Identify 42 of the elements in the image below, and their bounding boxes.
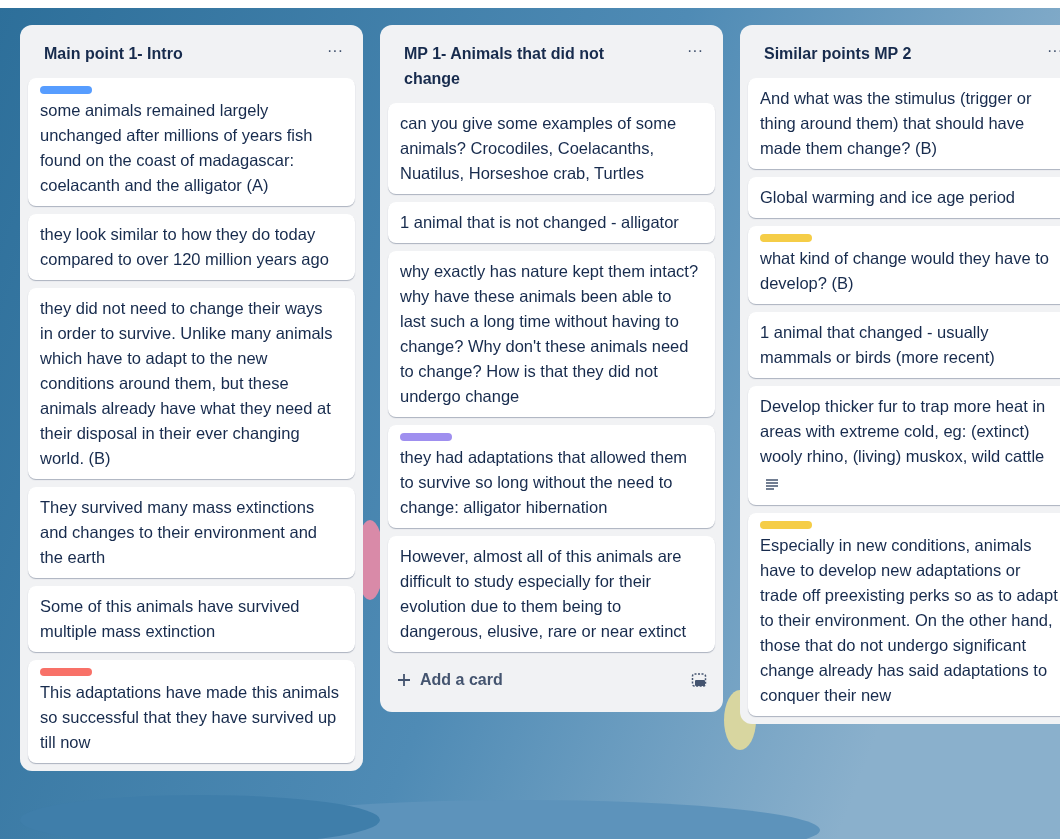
card[interactable] (748, 513, 1060, 716)
list-title: MP 1- Animals that did not change (404, 44, 605, 89)
card[interactable]: Some of this animals have survived multiple mass extinction (28, 586, 355, 652)
card-title: they did not need to change their ways in order to survive. Unlike many animals which have to adapt to the new conditions around them, but these animals already have what they need at their disposal in their ever changing world. (B) (40, 298, 334, 469)
card[interactable]: They survived many mass extinctions and changes to their environment and the earth (28, 487, 355, 578)
card-title: why exactly has nature kept them intact? why have these animals been able to last such a long time without having to change? Why don't these animals need to change? How is that they did not undergo change (400, 261, 700, 407)
card[interactable]: they look similar to how they do today compared to over 120 million years ago (28, 214, 355, 280)
card-title: Some of this animals have survived multiple mass extinction (40, 596, 301, 642)
card-title: they look similar to how they do today compared to over 120 million years ago (40, 224, 330, 270)
list-title: Similar points MP 2 (764, 44, 913, 64)
card-title: This adaptations have made this animals so successful that they have survived up till now (40, 682, 340, 753)
card-title: However, almost all of this animals are difficult to study especially for their evolution due to them being to dangerous, elusive, rare or near extinct (400, 546, 688, 642)
card-title: 1 animal that is not changed - alligator (400, 212, 680, 233)
card-title: what kind of change would they have to develop? (B) (760, 248, 1050, 294)
card[interactable]: However, almost all of this animals are difficult to study especially for their evolution due to them being to dangerous, elusive, rare or near extinct (388, 536, 715, 652)
plus-icon (396, 672, 412, 688)
card[interactable]: 1 animal that is not changed - alligator (388, 202, 715, 243)
list-title: Main point 1- Intro (44, 44, 184, 64)
card-title: Especially in new conditions, animals have to develop new adaptations or trade off preexisting perks so as to adapt to their environment. On the other hand, those that do not undergo significant change already has said adaptations to conquer their new (760, 535, 1059, 706)
card[interactable] (28, 288, 355, 479)
card[interactable]: some animals remained largely unchanged after millions of years fish found on the coast of madagascar: coelacanth and the alligator (A) (28, 78, 355, 206)
card-title: Develop thicker fur to trap more heat in areas with extreme cold, eg: (extinct) wooly rhino, (living) muskox, wild cattle (760, 396, 1047, 467)
list-menu-button[interactable]: ··· (683, 41, 707, 61)
card-title: Global warming and ice age period (760, 187, 1016, 208)
card[interactable]: what kind of change would they have to develop? (B) (748, 226, 1060, 304)
add-card-button[interactable]: Add a card (396, 668, 503, 692)
card-title: They survived many mass extinctions and changes to their environment and the earth (40, 497, 319, 568)
card[interactable]: Global warming and ice age period (748, 177, 1060, 218)
card-title: they had adaptations that allowed them to survive so long without the need to change: alligator hibernation (400, 447, 689, 518)
card[interactable] (388, 251, 715, 417)
card[interactable]: This adaptations have made this animals so successful that they have survived up till now (28, 660, 355, 763)
card[interactable]: And what was the stimulus (trigger or thing around them) that should have made them change? (B) (748, 78, 1060, 169)
card[interactable]: can you give some examples of some animals? Crocodiles, Coelacanths, Nuatilus, Horseshoe crab, Turtles (388, 103, 715, 194)
card[interactable]: Develop thicker fur to trap more heat in areas with extreme cold, eg: (extinct) wooly rhino, (living) muskox, wild cattle (748, 386, 1060, 505)
list-menu-button[interactable]: ··· (323, 41, 347, 61)
card[interactable]: 1 animal that changed - usually mammals or birds (more recent) (748, 312, 1060, 378)
card-title: some animals remained largely unchanged after millions of years fish found on the coast of madagascar: coelacanth and the alligator (A) (40, 100, 314, 196)
template-icon[interactable] (691, 672, 707, 688)
card-title: And what was the stimulus (trigger or thing around them) that should have made them change? (B) (760, 88, 1033, 159)
card-title: can you give some examples of some animals? Crocodiles, Coelacanths, Nuatilus, Horseshoe crab, Turtles (400, 113, 678, 184)
card[interactable]: they had adaptations that allowed them to survive so long without the need to change: alligator hibernation (388, 425, 715, 528)
card-title: 1 animal that changed - usually mammals or birds (more recent) (760, 322, 996, 368)
